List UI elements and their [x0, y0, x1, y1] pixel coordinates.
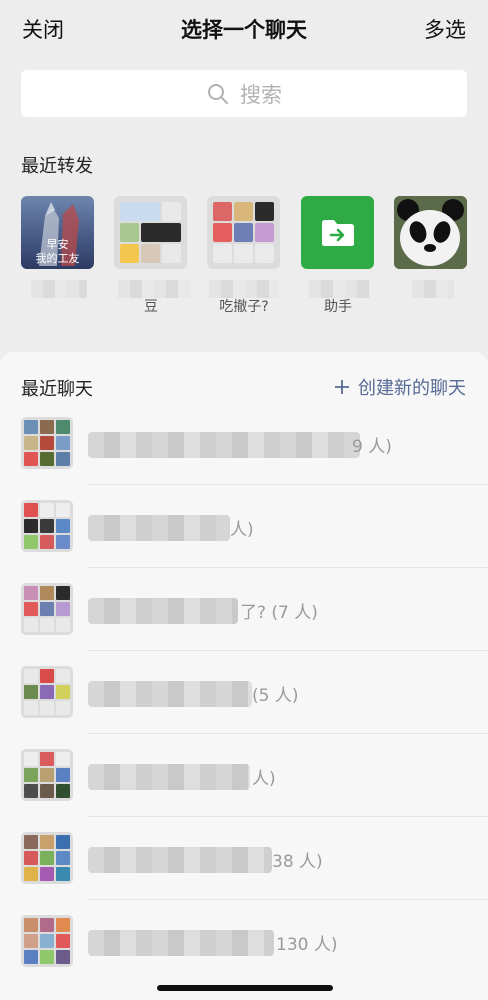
blurred-name [31, 280, 87, 298]
blurred-chat-name [88, 764, 250, 790]
search-icon [208, 83, 228, 104]
avatar [21, 749, 73, 801]
recent-chats-title: 最近聊天 [21, 379, 93, 400]
avatar [21, 666, 73, 718]
create-new-chat-button[interactable]: 创建新的聊天 [334, 374, 466, 400]
member-count: 38 人) [272, 852, 323, 872]
plus-icon [335, 380, 349, 394]
avatar [21, 832, 73, 884]
multi-select-button[interactable]: 多选 [424, 14, 466, 44]
avatar: 早安 我的工友 [21, 196, 94, 269]
avatar-caption: 我的工友 [35, 252, 80, 265]
recent-forward-name: 助手 [324, 299, 352, 315]
member-count: 人) [230, 520, 254, 540]
recent-forward-list: 早安 我的工友 豆 吃撤子? 助手 [0, 196, 488, 336]
blurred-chat-name [88, 681, 252, 707]
recent-forward-name: 吃撤子? [219, 299, 269, 315]
page-title: 选择一个聊天 [181, 18, 307, 42]
nav-bar: 关闭 选择一个聊天 多选 [0, 0, 488, 60]
avatar [114, 196, 187, 269]
blurred-chat-name [88, 598, 238, 624]
avatar [21, 417, 73, 469]
member-count: 9 人) [352, 437, 392, 457]
search-placeholder: 搜索 [240, 82, 282, 107]
chat-row[interactable]: 38 人) [0, 817, 488, 900]
blurred-name [412, 280, 454, 298]
recent-forward-title: 最近转发 [21, 156, 93, 177]
search-input[interactable]: 搜索 [21, 70, 467, 117]
recent-forward-item[interactable]: 助手 [301, 196, 375, 315]
folder-transfer-icon [321, 219, 354, 246]
avatar [394, 196, 467, 269]
avatar [21, 500, 73, 552]
recent-forward-item[interactable]: 豆 [114, 196, 190, 315]
create-new-chat-label: 创建新的聊天 [358, 378, 466, 399]
recent-forward-item[interactable] [394, 196, 468, 298]
recent-chats-sheet: 最近聊天 创建新的聊天 9 人) 人) 了? (7 人) (5 人) 人) 38… [0, 352, 488, 1000]
chat-row[interactable]: 9 人) [0, 402, 488, 485]
recent-forward-name: 豆 [144, 299, 158, 315]
blurred-chat-name [88, 432, 360, 458]
member-count: 人) [252, 769, 276, 789]
member-count: 130 人) [276, 935, 338, 955]
blurred-chat-name [88, 847, 272, 873]
home-indicator[interactable] [157, 985, 333, 991]
avatar [21, 583, 73, 635]
avatar [21, 915, 73, 967]
recent-forward-item[interactable]: 吃撤子? [207, 196, 281, 315]
chat-row[interactable]: 人) [0, 734, 488, 817]
chat-row[interactable]: 130 人) [0, 900, 488, 983]
chat-row[interactable]: 了? (7 人) [0, 568, 488, 651]
avatar [301, 196, 374, 269]
avatar [207, 196, 280, 269]
member-count: 了? (7 人) [240, 603, 318, 623]
blurred-chat-name [88, 930, 274, 956]
chat-row[interactable]: (5 人) [0, 651, 488, 734]
recent-forward-item[interactable]: 早安 我的工友 [21, 196, 95, 298]
member-count: (5 人) [252, 686, 299, 706]
chat-row[interactable]: 人) [0, 485, 488, 568]
blurred-chat-name [88, 515, 230, 541]
